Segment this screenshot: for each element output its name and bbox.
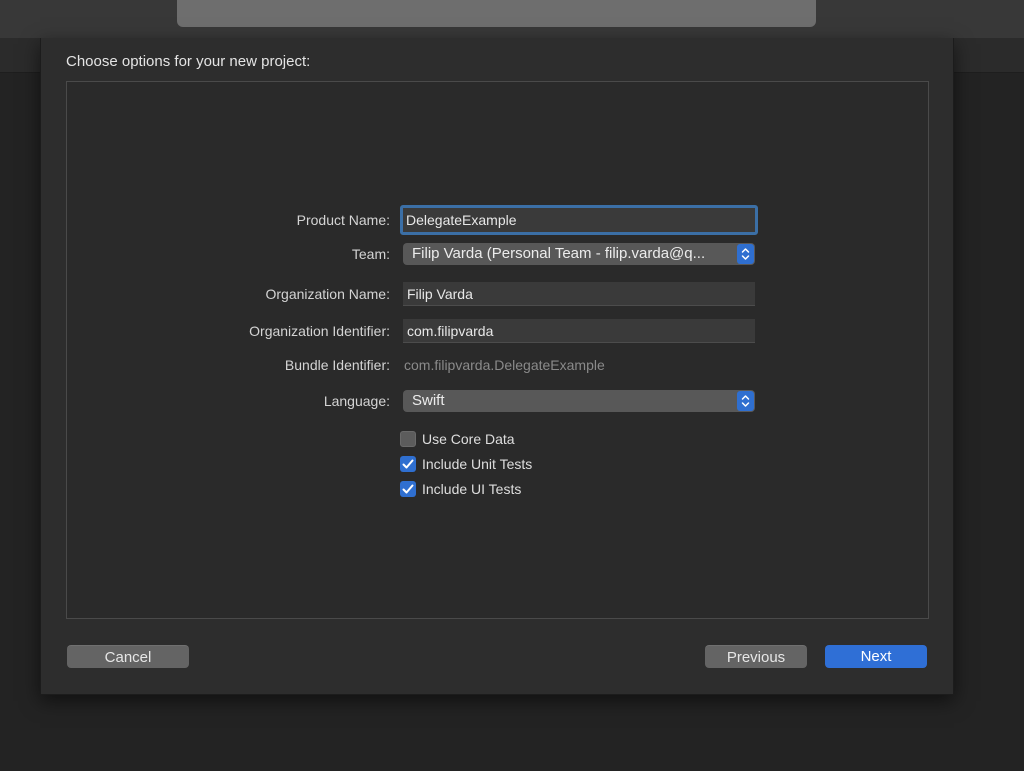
team-label: Team: xyxy=(351,246,390,262)
language-popup[interactable]: Swift xyxy=(403,390,755,412)
cancel-button[interactable]: Cancel xyxy=(67,645,189,668)
product-name-label: Product Name: xyxy=(296,212,390,228)
checkmark-icon[interactable] xyxy=(400,456,416,472)
include-unit-tests-label: Include Unit Tests xyxy=(422,456,533,472)
organization-identifier-label: Organization Identifier: xyxy=(249,323,390,339)
bundle-identifier-label: Bundle Identifier: xyxy=(284,357,390,373)
checkmark-icon[interactable] xyxy=(400,481,416,497)
background-tab-strip-left xyxy=(0,38,40,73)
use-core-data-label: Use Core Data xyxy=(422,431,515,447)
sheet-title: Choose options for your new project: xyxy=(66,53,311,70)
chevron-up-down-icon xyxy=(737,244,754,264)
checkbox-unchecked[interactable] xyxy=(400,431,416,447)
previous-button[interactable]: Previous xyxy=(705,645,807,668)
product-name-field[interactable]: DelegateExample xyxy=(400,205,758,235)
team-popup[interactable]: Filip Varda (Personal Team - filip.varda… xyxy=(403,243,755,265)
options-panel: Product Name: DelegateExample Team: Fili… xyxy=(66,81,929,619)
toolbar-status-bar xyxy=(177,0,816,27)
background-tab-strip-right xyxy=(952,38,1024,73)
chevron-up-down-icon xyxy=(737,391,754,411)
next-button[interactable]: Next xyxy=(825,645,927,668)
window-toolbar xyxy=(0,0,1024,39)
bundle-identifier-value: com.filipvarda.DelegateExample xyxy=(404,357,605,373)
organization-identifier-field[interactable]: com.filipvarda xyxy=(403,319,755,343)
language-label: Language: xyxy=(323,393,390,409)
team-popup-value: Filip Varda (Personal Team - filip.varda… xyxy=(412,245,706,262)
new-project-sheet: Choose options for your new project: Pro… xyxy=(40,38,954,695)
organization-name-label: Organization Name: xyxy=(265,286,390,302)
language-popup-value: Swift xyxy=(412,392,445,409)
organization-name-field[interactable]: Filip Varda xyxy=(403,282,755,306)
include-ui-tests-label: Include UI Tests xyxy=(422,481,522,497)
